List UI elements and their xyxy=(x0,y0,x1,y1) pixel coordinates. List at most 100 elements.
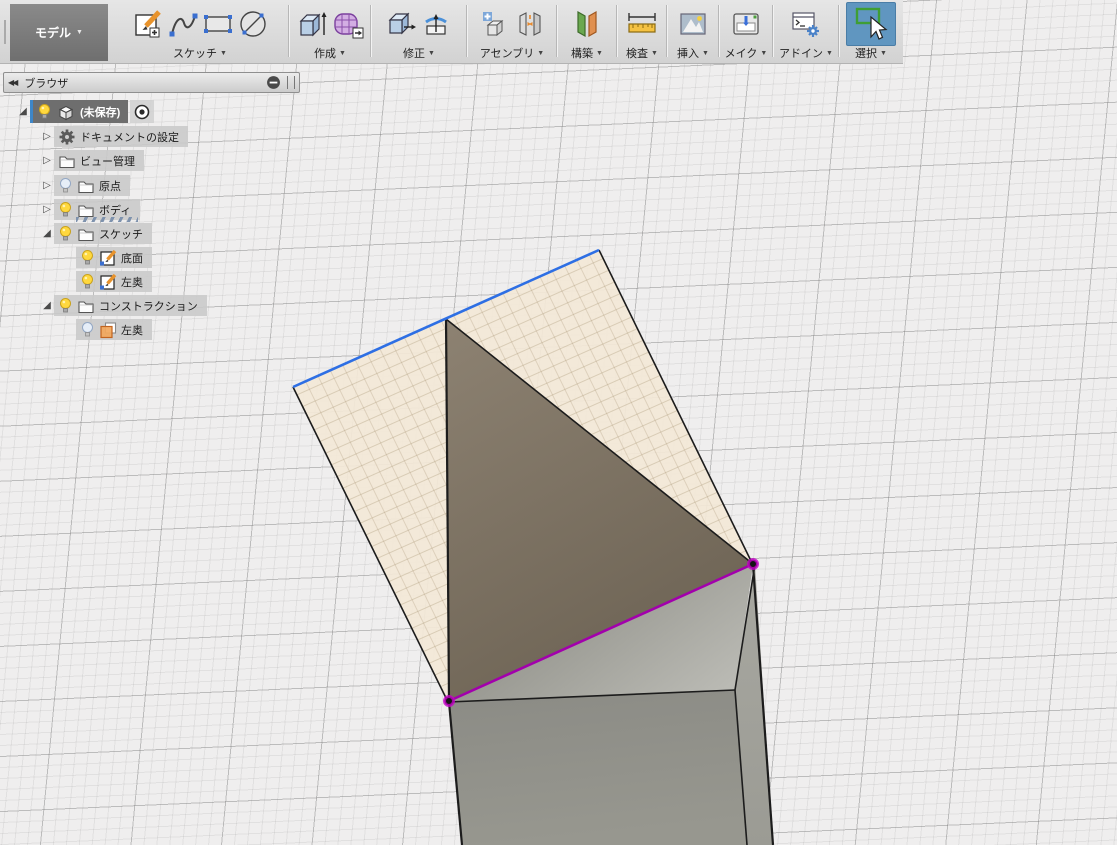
measure-icon[interactable] xyxy=(626,7,658,41)
chevron-down-icon: ▼ xyxy=(537,50,544,57)
chevron-down-icon: ▼ xyxy=(596,50,603,57)
vertex-point-left[interactable] xyxy=(445,697,454,706)
create-menu-button[interactable]: 作成 ▼ xyxy=(314,45,346,61)
expander-expanded-icon[interactable]: ◢ xyxy=(40,300,54,311)
construct-menu-button[interactable]: 構築 ▼ xyxy=(571,45,603,61)
expander-collapsed-icon[interactable]: ▷ xyxy=(40,204,54,215)
visibility-bulb-off-icon[interactable] xyxy=(80,321,95,338)
group-label: 修正 xyxy=(403,45,425,61)
expander-collapsed-icon[interactable]: ▷ xyxy=(40,180,54,191)
tree-item-root-document[interactable]: ◢ (未保存) xyxy=(16,100,154,123)
toolbar-group-sketch: スケッチ ▼ xyxy=(112,0,288,63)
folder-icon xyxy=(77,225,95,243)
toolbar-separator xyxy=(772,5,773,57)
toolbar-separator xyxy=(718,5,719,57)
visibility-bulb-on-icon[interactable] xyxy=(58,201,73,218)
select-menu-button[interactable]: 選択 ▼ xyxy=(855,45,887,61)
chevron-down-icon: ▼ xyxy=(428,50,435,57)
minimize-icon[interactable] xyxy=(266,74,281,91)
new-component-icon[interactable] xyxy=(480,7,510,41)
chevron-down-icon: ▼ xyxy=(880,50,887,57)
document-cube-icon xyxy=(57,103,75,121)
group-label: 選択 xyxy=(855,45,877,61)
toolbar-separator xyxy=(838,5,839,57)
toolbar-group-modify: 修正 ▼ xyxy=(372,0,466,63)
addins-menu-button[interactable]: アドイン ▼ xyxy=(779,45,833,61)
select-cursor-icon xyxy=(851,5,891,43)
make-3d-print-icon[interactable] xyxy=(731,7,761,41)
sketch-icon xyxy=(99,273,117,291)
visibility-bulb-on-icon[interactable] xyxy=(58,225,73,242)
tree-item-sketch-left-back[interactable]: 左奥 xyxy=(76,270,152,293)
browser-panel-header[interactable]: ◀◀ ブラウザ xyxy=(3,72,300,93)
visibility-bulb-on-icon[interactable] xyxy=(80,249,95,266)
browser-title: ブラウザ xyxy=(24,75,266,91)
visibility-bulb-on-icon[interactable] xyxy=(58,297,73,314)
tree-item-construction[interactable]: ◢ コンストラクション xyxy=(40,294,207,317)
toolbar-group-inspect: 検査 ▼ xyxy=(618,0,666,63)
expander-expanded-icon[interactable]: ◢ xyxy=(40,228,54,239)
tree-item-bodies[interactable]: ▷ ボディ xyxy=(40,198,140,221)
tree-item-sketches[interactable]: ◢ スケッチ xyxy=(40,222,152,245)
tree-item-label: ドキュメントの設定 xyxy=(80,129,179,145)
assemble-menu-button[interactable]: アセンブリ ▼ xyxy=(480,45,544,61)
collapse-panel-icon[interactable]: ◀◀ xyxy=(8,78,16,87)
expander-collapsed-icon[interactable]: ▷ xyxy=(40,131,54,142)
modify-menu-button[interactable]: 修正 ▼ xyxy=(403,45,435,61)
root-document-bar[interactable]: (未保存) xyxy=(30,100,128,123)
main-toolbar: モデル ▼ xyxy=(0,0,903,64)
body-front-face[interactable] xyxy=(449,690,747,845)
expander-expanded-icon[interactable]: ◢ xyxy=(16,106,30,117)
expander-collapsed-icon[interactable]: ▷ xyxy=(40,155,54,166)
panel-grip-handle[interactable] xyxy=(287,76,295,89)
chevron-down-icon: ▼ xyxy=(702,50,709,57)
construction-plane-icon xyxy=(99,321,117,339)
tree-item-label: スケッチ xyxy=(99,226,143,242)
tree-item-plane-left-back[interactable]: 左奥 xyxy=(76,318,152,341)
tree-item-document-settings[interactable]: ▷ ドキュメントの設定 xyxy=(40,125,188,148)
chevron-down-icon: ▼ xyxy=(76,29,83,36)
toolbar-group-insert: 挿入 ▼ xyxy=(668,0,718,63)
tree-item-label: 左奥 xyxy=(121,274,143,290)
tree-item-label: ビュー管理 xyxy=(80,153,135,169)
tree-item-sketch-bottom[interactable]: 底面 xyxy=(76,246,152,269)
construction-plane-icon[interactable] xyxy=(572,7,602,41)
chevron-down-icon: ▼ xyxy=(826,50,833,57)
sketch-menu-button[interactable]: スケッチ ▼ xyxy=(173,45,227,61)
select-tool-button[interactable] xyxy=(846,2,896,46)
tree-item-label: ボディ xyxy=(99,202,131,218)
visibility-bulb-off-icon[interactable] xyxy=(58,177,73,194)
group-label: メイク xyxy=(725,45,758,61)
press-pull-icon[interactable] xyxy=(387,7,417,41)
spline-icon[interactable] xyxy=(168,7,198,41)
vertex-point-right[interactable] xyxy=(749,560,758,569)
gear-icon xyxy=(58,128,76,146)
visibility-bulb-on-icon[interactable] xyxy=(80,273,95,290)
sketch-icon xyxy=(99,249,117,267)
move-face-icon[interactable] xyxy=(422,7,452,41)
insert-image-icon[interactable] xyxy=(678,7,708,41)
tree-item-origin[interactable]: ▷ 原点 xyxy=(40,174,130,197)
toolbar-separator xyxy=(666,5,667,57)
rectangle-icon[interactable] xyxy=(203,7,233,41)
tree-item-view-management[interactable]: ▷ ビュー管理 xyxy=(40,149,144,172)
inspect-menu-button[interactable]: 検査 ▼ xyxy=(626,45,658,61)
scripts-addins-icon[interactable] xyxy=(790,7,822,41)
activate-component-radio[interactable] xyxy=(130,100,154,123)
insert-menu-button[interactable]: 挿入 ▼ xyxy=(677,45,709,61)
make-menu-button[interactable]: メイク ▼ xyxy=(725,45,768,61)
toolbar-separator xyxy=(370,5,371,57)
tree-item-label: 底面 xyxy=(121,250,143,266)
visibility-bulb-on-icon[interactable] xyxy=(37,103,52,120)
folder-icon xyxy=(77,177,95,195)
root-document-label: (未保存) xyxy=(80,104,120,120)
joint-icon[interactable] xyxy=(515,7,545,41)
folder-icon xyxy=(77,201,95,219)
workspace-dropdown[interactable]: モデル ▼ xyxy=(10,4,108,61)
create-sketch-icon[interactable] xyxy=(133,7,163,41)
extrude-icon[interactable] xyxy=(297,7,327,41)
tree-item-label: 原点 xyxy=(99,178,121,194)
folder-icon xyxy=(77,297,95,315)
form-icon[interactable] xyxy=(332,7,364,41)
circle-icon[interactable] xyxy=(238,7,268,41)
